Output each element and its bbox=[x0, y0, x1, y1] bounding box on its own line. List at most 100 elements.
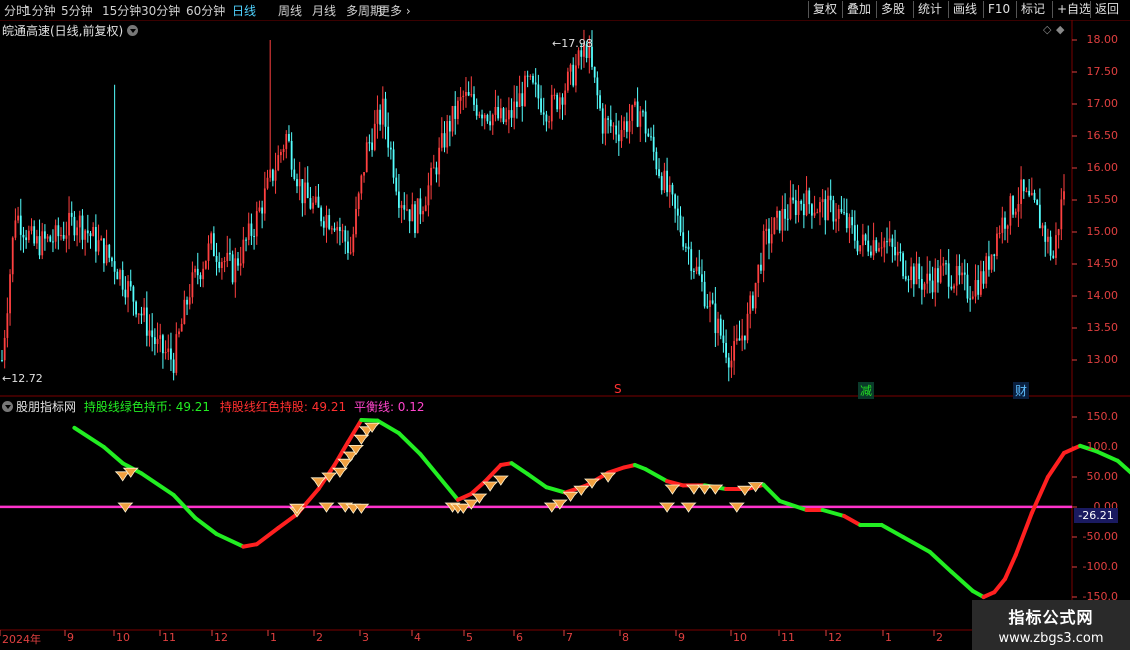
candle-body bbox=[127, 281, 129, 298]
price-high-value: 17.98 bbox=[561, 37, 593, 50]
toolbar-button-7[interactable]: +自选 bbox=[1052, 1, 1095, 18]
toolbar-button-0[interactable]: 复权 bbox=[808, 1, 841, 18]
candle-body bbox=[89, 233, 92, 237]
candle-body bbox=[518, 93, 521, 107]
price-tick: 13.00 bbox=[1086, 353, 1119, 366]
candle-body bbox=[135, 301, 137, 315]
period-4[interactable]: 30分钟 bbox=[141, 2, 180, 19]
event-marker-s[interactable]: S bbox=[614, 382, 622, 396]
time-tick: 6 bbox=[516, 631, 523, 644]
collapse-icon[interactable] bbox=[127, 25, 139, 36]
candle-body bbox=[148, 330, 151, 336]
candle-body bbox=[81, 215, 84, 240]
collapse-icon[interactable] bbox=[2, 401, 13, 412]
period-6[interactable]: 日线 bbox=[232, 2, 256, 19]
candle-body bbox=[837, 209, 840, 219]
hold-line-green-segment bbox=[820, 508, 847, 518]
event-marker-jian[interactable]: 减 bbox=[858, 382, 875, 399]
candle-body bbox=[247, 223, 250, 240]
candle-body bbox=[532, 75, 534, 83]
hold-line-green-segment bbox=[525, 472, 549, 490]
toolbar-button-3[interactable]: 统计 bbox=[913, 1, 946, 18]
toolbar-button-1[interactable]: 叠加 bbox=[842, 1, 875, 18]
candle-body bbox=[285, 134, 288, 149]
toolbar-button-8[interactable]: 返回 bbox=[1090, 1, 1123, 18]
candle-body bbox=[990, 254, 993, 270]
candle-body bbox=[752, 295, 754, 309]
price-tick: 17.50 bbox=[1086, 65, 1119, 78]
candle-body bbox=[271, 169, 274, 181]
candle-body bbox=[548, 121, 550, 123]
candle-body bbox=[832, 200, 835, 222]
hold-line-green-segment bbox=[193, 515, 219, 536]
candle-body bbox=[183, 299, 186, 325]
toolbar-button-2[interactable]: 多股 bbox=[876, 1, 909, 18]
price-tick: 16.00 bbox=[1086, 161, 1119, 174]
event-marker-cai[interactable]: 财 bbox=[1013, 382, 1030, 399]
candle-body bbox=[1006, 225, 1009, 229]
candle-body bbox=[843, 212, 845, 214]
candle-body bbox=[398, 191, 400, 208]
candle-body bbox=[878, 248, 880, 252]
toolbar-button-6[interactable]: 标记 bbox=[1016, 1, 1049, 18]
time-tick: 1 bbox=[885, 631, 892, 644]
candle-body bbox=[186, 299, 188, 305]
candle-body bbox=[969, 298, 972, 300]
candle-body bbox=[357, 193, 360, 210]
candle-body bbox=[411, 204, 414, 222]
candle-body bbox=[344, 230, 347, 242]
candle-body bbox=[1022, 179, 1025, 192]
period-9[interactable]: 多周期 bbox=[346, 2, 382, 19]
candle-body bbox=[784, 209, 786, 219]
candle-body bbox=[223, 261, 226, 263]
candle-body bbox=[550, 94, 553, 122]
diamond-icon: ◇ bbox=[1043, 23, 1052, 36]
toolbar-button-4[interactable]: 画线 bbox=[948, 1, 981, 18]
candle-body bbox=[422, 210, 424, 215]
candle-body bbox=[760, 264, 762, 271]
candle-body bbox=[966, 274, 969, 299]
period-10[interactable]: 更多 › bbox=[378, 2, 411, 19]
candle-body bbox=[808, 190, 811, 205]
period-1[interactable]: 1分钟 bbox=[24, 2, 56, 19]
hold-line-red-segment bbox=[1003, 553, 1018, 581]
candle-body bbox=[652, 136, 655, 152]
candle-body bbox=[971, 296, 974, 299]
candle-body bbox=[97, 240, 100, 252]
hold-line-red-segment bbox=[254, 526, 281, 547]
candle-body bbox=[339, 227, 341, 232]
price-low-label: ←12.72 bbox=[2, 372, 43, 385]
candle-body bbox=[1004, 217, 1006, 229]
period-7[interactable]: 周线 bbox=[278, 2, 302, 19]
period-3[interactable]: 15分钟 bbox=[102, 2, 141, 19]
period-2[interactable]: 5分钟 bbox=[61, 2, 93, 19]
candle-body bbox=[462, 95, 465, 98]
candle-body bbox=[743, 335, 746, 341]
candle-body bbox=[309, 197, 312, 209]
candle-body bbox=[883, 241, 886, 248]
candle-body bbox=[660, 176, 663, 191]
candle-body bbox=[44, 231, 46, 239]
candle-body bbox=[108, 244, 111, 258]
candle-body bbox=[226, 252, 229, 262]
toolbar: 分时 1分钟 5分钟 15分钟 30分钟 60分钟 日线 周线 月线 多周期 更多 › 复权 叠加 多股统… bbox=[0, 0, 1130, 21]
candle-body bbox=[556, 94, 559, 110]
period-5[interactable]: 60分钟 bbox=[186, 2, 225, 19]
candle-body bbox=[564, 90, 567, 105]
candle-body bbox=[414, 204, 416, 234]
candle-body bbox=[864, 234, 867, 241]
time-tick: 8 bbox=[622, 631, 629, 644]
candle-body bbox=[537, 84, 540, 99]
candle-body bbox=[489, 121, 491, 126]
candle-body bbox=[880, 247, 883, 249]
candle-body bbox=[572, 64, 575, 86]
candle-body bbox=[674, 194, 677, 209]
candle-body bbox=[293, 169, 296, 180]
candle-body bbox=[623, 121, 626, 130]
toolbar-button-5[interactable]: F10 bbox=[983, 1, 1014, 18]
candle-body bbox=[54, 225, 57, 242]
candle-body bbox=[985, 256, 988, 284]
price-high-label: ←17.98 bbox=[552, 37, 593, 50]
candle-body bbox=[497, 106, 500, 119]
period-8[interactable]: 月线 bbox=[312, 2, 336, 19]
